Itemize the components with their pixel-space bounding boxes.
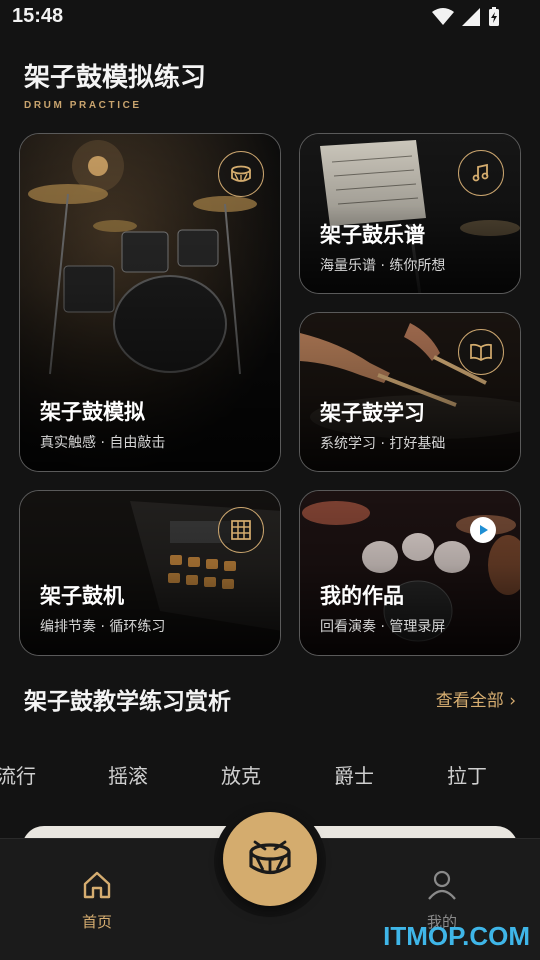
status-icons: [432, 7, 500, 27]
tab-funk[interactable]: 放克: [221, 760, 261, 789]
tab-jazz[interactable]: 爵士: [334, 760, 374, 789]
card-subtitle: 系统学习 · 打好基础: [320, 436, 446, 452]
user-icon: [428, 870, 456, 900]
nav-home-label: 首页: [81, 913, 112, 931]
tab-latin[interactable]: 拉丁: [447, 760, 487, 789]
tab-rock[interactable]: 摇滚: [108, 760, 148, 789]
card-subtitle: 真实触感 · 自由敲击: [40, 435, 166, 451]
wifi-icon: [432, 8, 454, 25]
play-icon: [470, 517, 496, 543]
card-title: 架子鼓模拟: [40, 400, 145, 424]
signal-icon: [462, 8, 480, 26]
card-title: 架子鼓机: [40, 584, 124, 608]
card-title: 我的作品: [320, 584, 404, 608]
drum-icon: [218, 151, 264, 197]
grid-icon: [218, 507, 264, 553]
home-icon: [83, 871, 111, 899]
status-bar: 15:48: [0, 0, 540, 36]
genre-tabs: 流行 摇滚 放克 爵士 拉丁: [0, 760, 540, 790]
tab-pop[interactable]: 流行: [0, 760, 36, 789]
book-icon: [458, 329, 504, 375]
nav-home[interactable]: 首页: [57, 869, 137, 932]
center-drum-button[interactable]: [223, 812, 317, 906]
section-title: 架子鼓教学练习赏析: [24, 689, 231, 715]
card-subtitle: 回看演奏 · 管理录屏: [320, 619, 446, 635]
music-note-icon: [458, 150, 504, 196]
status-time: 15:48: [12, 5, 64, 27]
page-title: 架子鼓模拟练习: [24, 63, 207, 93]
drum-simulator-card[interactable]: 架子鼓模拟 真实触感 · 自由敲击: [19, 133, 281, 472]
card-subtitle: 编排节奏 · 循环练习: [40, 619, 166, 635]
battery-icon: [489, 7, 499, 26]
drum-learning-card[interactable]: 架子鼓学习 系统学习 · 打好基础: [299, 312, 521, 472]
drum-icon: [249, 840, 291, 875]
page-subtitle: DRUM PRACTICE: [24, 100, 142, 111]
card-title: 架子鼓学习: [320, 401, 425, 425]
card-subtitle: 海量乐谱 · 练你所想: [320, 258, 446, 274]
drum-score-card[interactable]: 架子鼓乐谱 海量乐谱 · 练你所想: [299, 133, 521, 294]
drum-machine-card[interactable]: 架子鼓机 编排节奏 · 循环练习: [19, 490, 281, 656]
card-title: 架子鼓乐谱: [320, 223, 425, 247]
see-all-link[interactable]: 查看全部 ›: [436, 686, 516, 711]
my-works-card[interactable]: 我的作品 回看演奏 · 管理录屏: [299, 490, 521, 656]
watermark: ITMOP.COM: [383, 921, 530, 951]
